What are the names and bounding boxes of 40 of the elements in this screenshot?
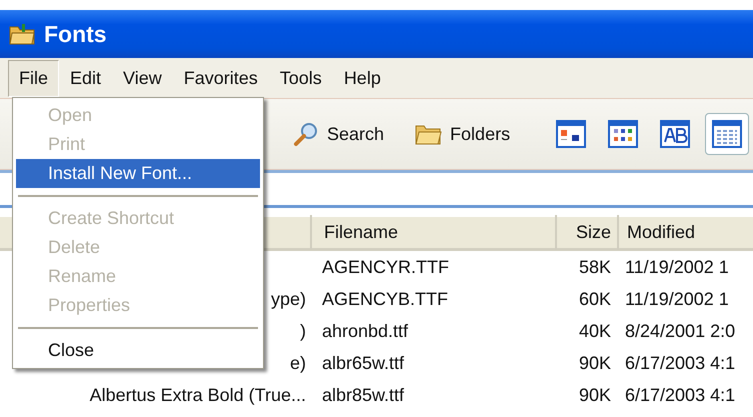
font-view-icon	[660, 120, 690, 148]
table-cell-text: 6/17/2003 4:1	[624, 384, 736, 406]
table-cell-text: 11/19/2002 1	[624, 256, 729, 278]
table-cell-text: 6/17/2003 4:1	[624, 352, 736, 374]
details-view-icon	[712, 120, 742, 148]
table-cell-text: 60K	[578, 288, 612, 310]
table-cell-text: 58K	[578, 256, 612, 278]
table-cell-text: ahronbd.ttf	[321, 320, 410, 342]
menu-item[interactable]: Tools	[268, 60, 333, 96]
menu-item[interactable]: File	[8, 60, 60, 96]
table-cell-text: 90K	[578, 352, 612, 374]
table-cell: e)	[290, 352, 306, 372]
menu-item[interactable]: Edit	[59, 60, 112, 96]
column-header[interactable]: Filename	[310, 215, 555, 250]
window-title: Fonts	[44, 20, 107, 49]
search-button[interactable]: Search	[286, 116, 392, 152]
folder-icon	[8, 22, 36, 46]
table-cell: )	[300, 320, 306, 340]
column-header[interactable]: Size	[555, 215, 617, 250]
view-button[interactable]	[705, 112, 750, 156]
menu-item[interactable]: View	[112, 60, 173, 96]
table-cell-text: 40K	[578, 320, 612, 342]
table-cell: ype)	[270, 288, 306, 308]
search-icon	[293, 121, 319, 147]
table-cell-text: AGENCYR.TTF	[321, 256, 450, 278]
table-cell-text: 11/19/2002 1	[624, 288, 729, 310]
menu-item[interactable]: Install New Font...	[16, 159, 260, 188]
table-cell-text: 90K	[578, 384, 612, 406]
folders-button[interactable]: Folders	[407, 116, 518, 152]
column-header[interactable]: Modified	[617, 215, 710, 250]
menu-item[interactable]: Favorites	[172, 60, 269, 96]
table-cell-text: albr85w.ttf	[321, 384, 406, 406]
icons-view-icon	[608, 120, 638, 148]
preview-view-icon	[556, 120, 586, 148]
table-cell: Albertus Extra Bold (True...	[90, 384, 306, 404]
table-cell-text: AGENCYB.TTF	[321, 288, 450, 310]
table-cell-text: albr65w.ttf	[321, 352, 406, 374]
table-cell-text: 8/24/2001 2:0	[624, 320, 736, 342]
menu-item[interactable]: Close	[16, 336, 260, 365]
menu-item[interactable]: Help	[332, 60, 392, 96]
